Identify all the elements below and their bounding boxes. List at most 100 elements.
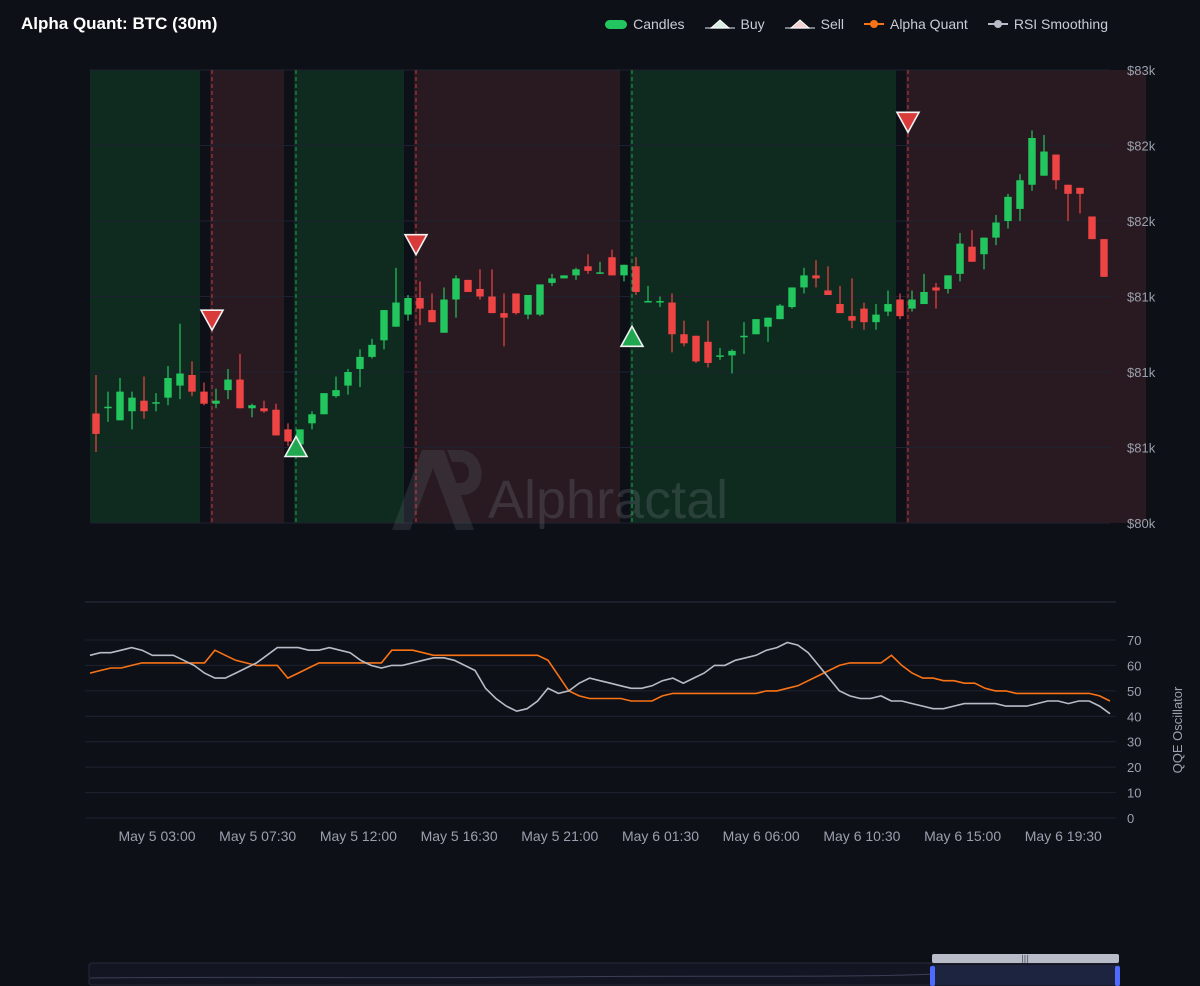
time-tick-label: May 5 12:00 bbox=[320, 828, 397, 844]
navigator-selection[interactable] bbox=[932, 965, 1118, 985]
time-tick-label: May 5 07:30 bbox=[219, 828, 296, 844]
candle bbox=[692, 335, 700, 363]
time-axis: May 5 03:00 May 5 07:30 May 5 12:00 May 5 1… bbox=[118, 828, 1102, 844]
candle-body bbox=[1004, 196, 1012, 221]
alpha-quant-line bbox=[89, 649, 1111, 702]
candle-body bbox=[404, 298, 412, 315]
candle-body bbox=[272, 409, 280, 436]
candle bbox=[284, 423, 292, 446]
candle-body bbox=[836, 304, 844, 314]
candle bbox=[776, 304, 784, 320]
candle-body bbox=[896, 299, 904, 317]
candle-body bbox=[596, 272, 604, 274]
candle bbox=[200, 382, 208, 406]
time-tick-label: May 6 01:30 bbox=[622, 828, 699, 844]
candle-body bbox=[464, 279, 472, 292]
candle-body bbox=[164, 378, 172, 398]
candle-body bbox=[764, 317, 772, 327]
candle-body bbox=[452, 278, 460, 300]
price-tick-label: $82k bbox=[1127, 139, 1156, 154]
candle bbox=[512, 293, 520, 315]
candle-body bbox=[728, 350, 736, 356]
candle-body bbox=[512, 293, 520, 314]
candle bbox=[752, 319, 760, 335]
candle-body bbox=[620, 264, 628, 276]
candle-body bbox=[812, 275, 820, 279]
candle-body bbox=[800, 275, 808, 288]
candle-body bbox=[992, 222, 1000, 238]
candle-body bbox=[344, 372, 352, 386]
candle-body bbox=[1040, 151, 1048, 176]
candle bbox=[896, 293, 904, 320]
candle-body bbox=[584, 266, 592, 271]
candle-body bbox=[704, 341, 712, 363]
candle-body bbox=[884, 304, 892, 312]
oscillator-axis-label: QQE Oscillator bbox=[1170, 686, 1185, 773]
candle-body bbox=[356, 356, 364, 369]
candle-body bbox=[740, 335, 748, 338]
oscillator-tick-label: 20 bbox=[1127, 760, 1141, 775]
candle-body bbox=[776, 305, 784, 320]
candle-body bbox=[932, 287, 940, 291]
oscillator-grid bbox=[85, 639, 1116, 819]
candle-body bbox=[488, 296, 496, 314]
candle-body bbox=[176, 373, 184, 386]
candle-body bbox=[116, 391, 124, 421]
price-tick-label: $83k bbox=[1127, 63, 1156, 78]
oscillator-tick-label: 50 bbox=[1127, 684, 1141, 699]
oscillator-tick-label: 30 bbox=[1127, 735, 1141, 750]
candle-body bbox=[92, 413, 100, 434]
candle-body bbox=[572, 269, 580, 276]
candle-body bbox=[536, 284, 544, 315]
time-tick-label: May 5 21:00 bbox=[521, 828, 598, 844]
candle-body bbox=[380, 310, 388, 341]
price-tick-label: $81k bbox=[1127, 441, 1156, 456]
candle-body bbox=[248, 405, 256, 409]
navigator-handle-right[interactable] bbox=[1115, 966, 1120, 986]
grip-icon: ||| bbox=[1021, 954, 1029, 963]
candle-body bbox=[140, 400, 148, 412]
range-navigator[interactable]: ||| bbox=[88, 953, 1122, 986]
candle-body bbox=[920, 291, 928, 305]
candle-body bbox=[860, 308, 868, 323]
price-tick-label: $82k bbox=[1127, 214, 1156, 229]
candle-body bbox=[1016, 180, 1024, 209]
candle-body bbox=[368, 344, 376, 357]
candle bbox=[620, 264, 628, 282]
price-tick-label: $80k bbox=[1127, 516, 1156, 531]
oscillator-tick-label: 70 bbox=[1127, 633, 1141, 648]
oscillator-tick-label: 40 bbox=[1127, 709, 1141, 724]
candle-body bbox=[872, 314, 880, 323]
candle-body bbox=[500, 313, 508, 318]
candle-body bbox=[752, 319, 760, 335]
candle-body bbox=[524, 294, 532, 315]
time-tick-label: May 6 19:30 bbox=[1025, 828, 1102, 844]
candle bbox=[788, 287, 796, 309]
candle-body bbox=[236, 379, 244, 409]
candle-body bbox=[200, 391, 208, 404]
candle bbox=[560, 275, 568, 279]
navigator-handle-left[interactable] bbox=[930, 966, 935, 986]
candle-body bbox=[128, 397, 136, 412]
candle-body bbox=[788, 287, 796, 308]
candle bbox=[320, 393, 328, 415]
candle-body bbox=[968, 246, 976, 262]
candle-body bbox=[824, 290, 832, 295]
chart-area[interactable]: Alphractal $80k$81k$81k$81k$82k$82k$83k … bbox=[0, 0, 1200, 950]
candle-body bbox=[956, 243, 964, 274]
price-tick-label: $81k bbox=[1127, 290, 1156, 305]
candle-body bbox=[560, 275, 568, 279]
candle-body bbox=[392, 302, 400, 327]
candle-body bbox=[428, 310, 436, 323]
candle bbox=[1028, 130, 1036, 191]
candle bbox=[536, 284, 544, 317]
candle-body bbox=[668, 302, 676, 335]
candle-body bbox=[632, 266, 640, 292]
candle-body bbox=[476, 288, 484, 297]
candle-body bbox=[716, 355, 724, 357]
oscillator-tick-label: 60 bbox=[1127, 658, 1141, 673]
candle-body bbox=[1028, 137, 1036, 185]
candle bbox=[404, 294, 412, 321]
candle-body bbox=[656, 301, 664, 303]
candle-body bbox=[608, 257, 616, 276]
